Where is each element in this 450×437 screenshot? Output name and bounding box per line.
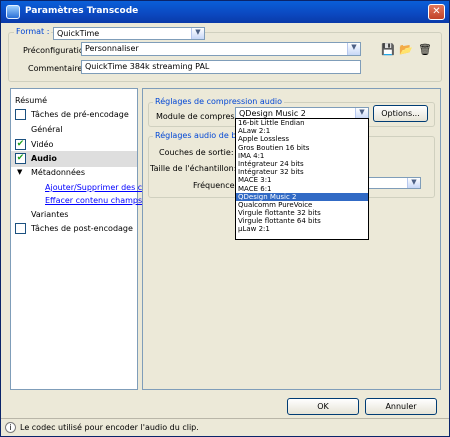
nav-link-label[interactable]: Effacer contenu champs <box>45 196 142 205</box>
nav-item-post-encode-tasks[interactable]: Tâches de post-encodage <box>11 221 137 237</box>
checkbox-checked-icon[interactable]: ✔ <box>15 139 26 150</box>
nav-item-label: Audio <box>31 154 57 163</box>
module-value: QDesign Music 2 <box>239 109 306 118</box>
nav-item-pre-encode-tasks[interactable]: Tâches de pré-encodage <box>11 107 137 123</box>
transcode-settings-window: Paramètres Transcode ✕ Format : QuickTim… <box>0 0 450 437</box>
checkbox-checked-icon[interactable]: ✔ <box>15 153 26 164</box>
comment-value: QuickTime 384k streaming PAL <box>85 62 210 71</box>
ok-button[interactable]: OK <box>287 398 359 415</box>
checkbox-icon[interactable] <box>15 223 26 234</box>
dropdown-option[interactable]: 16-bit Little Endian <box>236 119 368 127</box>
dropdown-option[interactable]: Intégrateur 32 bits <box>236 168 368 176</box>
nav-item-metadata[interactable]: ▼ Métadonnées <box>11 165 137 181</box>
close-button[interactable]: ✕ <box>428 4 445 20</box>
window-title: Paramètres Transcode <box>25 6 139 16</box>
nav-item-label: Variantes <box>31 210 69 219</box>
checkbox-icon[interactable] <box>15 109 26 120</box>
preset-value: Personnaliser <box>85 44 139 53</box>
settings-nav-panel: Résumé Tâches de pré-encodage Général ✔ … <box>10 88 160 390</box>
comment-input[interactable]: QuickTime 384k streaming PAL <box>81 60 361 74</box>
title-bar[interactable]: Paramètres Transcode ✕ <box>1 1 449 23</box>
nav-item-label: Vidéo <box>31 140 54 149</box>
dropdown-option[interactable]: Apple Lossless <box>236 135 368 143</box>
dropdown-option[interactable]: MACE 6:1 <box>236 185 368 193</box>
chevron-down-icon[interactable]: ▼ <box>347 43 360 55</box>
status-bar: i Le codec utilisé pour encoder l'audio … <box>1 418 449 436</box>
dropdown-option[interactable]: Gros Boutien 16 bits <box>236 144 368 152</box>
trash-icon[interactable]: 🗑 <box>418 43 432 56</box>
nav-item-label: Résumé <box>15 96 48 105</box>
dropdown-option[interactable]: MACE 3:1 <box>236 176 368 184</box>
options-button[interactable]: Options... <box>373 105 428 122</box>
dropdown-option[interactable]: Intégrateur 24 bits <box>236 160 368 168</box>
nav-item-general[interactable]: Général <box>11 122 137 138</box>
compression-group-title: Réglages de compression audio <box>153 97 285 106</box>
expand-triangle-icon[interactable]: ▼ <box>17 168 22 176</box>
frequency-label: Fréquence: <box>193 181 238 190</box>
dropdown-option[interactable]: Virgule flottante 32 bits <box>236 209 368 217</box>
chevron-down-icon[interactable]: ▼ <box>191 28 204 39</box>
cancel-button[interactable]: Annuler <box>365 398 437 415</box>
folder-icon[interactable]: 📂 <box>399 43 413 56</box>
channels-label: Couches de sortie: <box>159 148 234 157</box>
status-text: Le codec utilisé pour encoder l'audio du… <box>20 423 199 432</box>
nav-item-label: Général <box>31 125 63 134</box>
sample-size-label: Taille de l'échantillon: <box>150 164 237 173</box>
nav-item-label: Tâches de post-encodage <box>31 224 133 233</box>
info-icon: i <box>5 422 16 433</box>
dropdown-option[interactable]: ALaw 2:1 <box>236 127 368 135</box>
nav-item-label: Tâches de pré-encodage <box>31 110 129 119</box>
compression-module-dropdown[interactable]: 16-bit Little Endian ALaw 2:1 Apple Loss… <box>235 118 369 240</box>
dropdown-option[interactable]: µLaw 2:1 <box>236 225 368 233</box>
preset-select[interactable]: Personnaliser ▼ <box>81 42 361 56</box>
dropdown-option-selected[interactable]: QDesign Music 2 <box>236 192 368 201</box>
dropdown-option[interactable]: IMA 4:1 <box>236 152 368 160</box>
comment-label: Commentaire : <box>28 64 88 73</box>
format-select[interactable]: QuickTime ▼ <box>53 27 205 40</box>
dropdown-option[interactable]: Qualcomm PureVoice <box>236 201 368 209</box>
chevron-down-icon[interactable]: ▼ <box>407 178 420 188</box>
dropdown-option[interactable]: Virgule flottante 64 bits <box>236 217 368 225</box>
save-icon[interactable]: 💾 <box>381 43 395 56</box>
format-value: QuickTime <box>57 29 100 38</box>
nav-item-label: Métadonnées <box>31 168 85 177</box>
format-label: Format : <box>14 27 52 36</box>
app-icon <box>6 5 20 19</box>
preset-label: Préconfiguration <box>23 46 89 55</box>
